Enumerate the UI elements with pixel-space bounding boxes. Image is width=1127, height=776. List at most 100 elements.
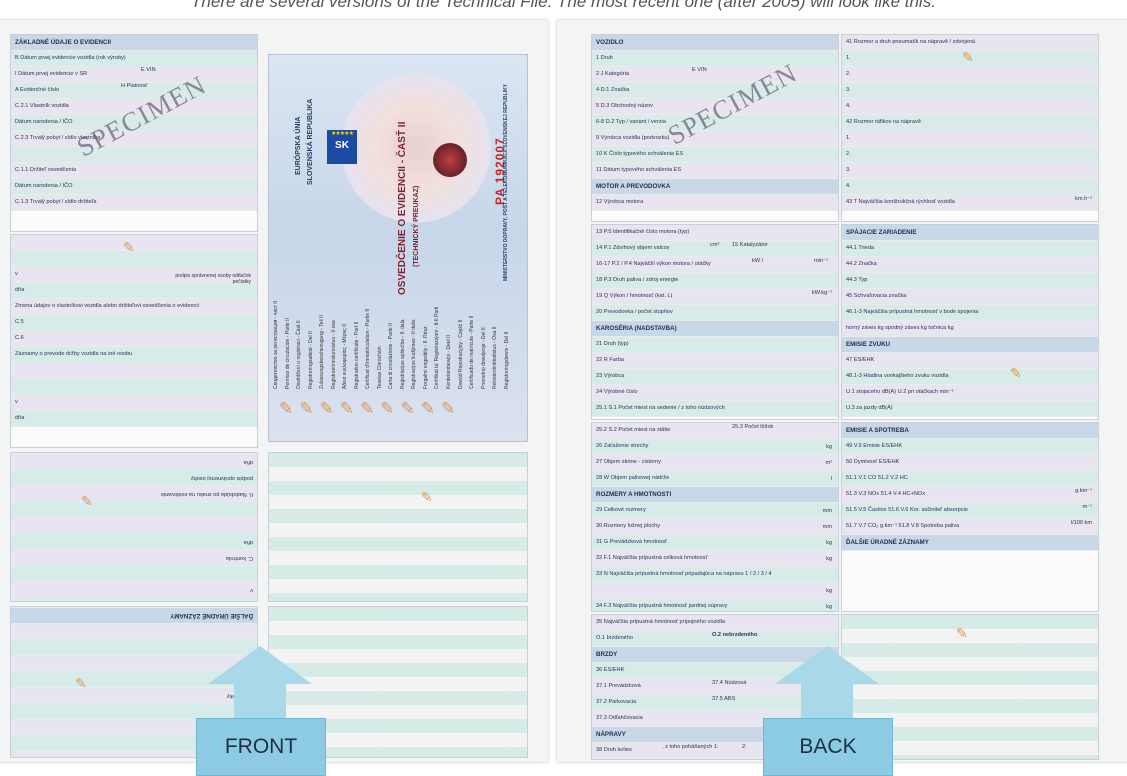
form-row: C.1.3 Trvalý pobyt / sídlo držiteľa [11,195,257,211]
form-row: 51.5 V.5 Častice 51.6 V.6 Kor. súčiniteľ… [842,503,1098,519]
form-row [11,517,257,533]
form-row: C.5 [11,315,257,331]
unit-label: kg [826,556,832,562]
form-row: dňa [11,533,257,549]
form-row: 1. [842,131,1098,147]
unit-gkm: g.km⁻¹ [1075,488,1092,494]
form-row: 3. [842,83,1098,99]
language-label: Rekisteröintitodistus - Osa II [492,326,499,389]
language-label: Dowód Rejestracyjny - Część II [457,319,464,389]
stamp-icon: ✎ [420,399,441,418]
form-row: 27 Objem skrine - cisterny [592,455,838,471]
country-name: SLOVENSKÁ REPUBLIKA [307,98,314,185]
form-row: 23 Výrobca [592,369,838,385]
form-row: 24 Výrobné číslo [592,385,838,401]
language-label: Carta di circolazione - Parte II [388,323,395,389]
form-row: SPÁJACIE ZARIADENIE [842,225,1098,241]
form-row: 2. [842,147,1098,163]
language-label: Άδεια κυκλοφορίας - Μέρος II [342,324,349,389]
basic-data-panel: ZÁKLADNÉ ÚDAJE O EVIDENCII B Dátum prvej … [10,34,258,232]
form-row: 20 Prevodovka / počet stupňov [592,305,838,321]
form-row: U.3 za jazdy dB(A) [842,401,1098,417]
unbraked-label: O.2 nebrzdeného [712,632,758,638]
stamp-icon: ✎ [279,399,300,418]
form-row: 44.3 Typ [842,273,1098,289]
emissions-panel: EMISIE A SPOTREBA 49 V.9 Emisie ES/EHK 50 … [841,422,1099,612]
form-row: dňa [11,283,257,299]
back-page: VOZIDLO 1 Druh 2 J Kategória 4 D.1 Značka 5 … [557,20,1127,776]
form-row: 45 Schvaľovacia značka [842,289,1098,305]
form-row: MOTOR A PREVODOVKA [592,179,838,195]
form-row [11,363,257,379]
form-row: ĎALŠIE ÚRADNÉ ZÁZNAMY [11,607,257,623]
signature-label: podpis oprávnenej osoby odtlačok pečiatk… [175,273,251,285]
tyres-panel: 41 Rozmer a druh pneumatík na nápravě / … [841,34,1099,222]
unit-label: kg [826,444,832,450]
form-row: 1 Druh [592,51,838,67]
form-row: 4. [842,179,1098,195]
form-row: 12 Výrobca motora [592,195,838,211]
stamp-icon: ✎ [319,399,340,418]
language-label: Registracijos liudijimas - II dalis [411,319,418,389]
caption-text: There are several versions of the Techni… [191,0,936,11]
form-row: 51.7 V.7 CO₂ g.km⁻¹ 51.8 V.8 Spotreba pa… [842,519,1098,535]
form-row: 18 P.3 Druh paliva / zdroj energie [592,273,838,289]
scribble-icon: ✎ [421,489,433,505]
form-row: C. kontrola [11,549,257,565]
form-row: 32 F.1 Najväčšia prípustná celková hmotn… [592,551,838,567]
unit-label: l [830,476,832,482]
unit-kw: kW / [752,258,764,264]
form-row: 47 ES/EHK [842,353,1098,369]
form-row: EMISIE ZVUKU [842,337,1098,353]
form-row [11,501,257,517]
language-label: Reģistrācijas apliecība - II. daļa [399,319,406,389]
abs-label: 37.5 ABS [712,696,736,702]
form-row: 2 J Kategória [592,67,838,83]
form-row: ZÁKLADNÉ ÚDAJE O EVIDENCII [11,35,257,51]
form-row: 22 R Farba [592,353,838,369]
form-row: horný záves kg spodný záves kg točnica k… [842,321,1098,337]
form-row: II. Nadobúda po znaku na evidovanie [11,485,257,501]
language-label: Osvědčení o registraci - Část II [296,320,303,389]
form-row: 42 Rozmer ráfikov na nápravě [842,115,1098,131]
form-row: 43 T Najväčšia konštrukčná rýchlosť vozi… [842,195,1098,211]
form-row: 48.1-3 Hladina vonkajšieho zvuku vozidla [842,369,1098,385]
language-label: Zulassungsbescheinigung - Teil II [319,315,326,389]
scribble-icon: ✎ [75,675,87,691]
unit-label: mm [822,508,832,514]
form-row: 11 Dátum typového schválenia ES [592,163,838,179]
stamp-icon: ✎ [360,399,381,418]
form-row: Záznamy o prevode držby vozidla na iné o… [11,347,257,363]
form-row: dňa [11,411,257,427]
form-row: 25.1 S.1 Počet miest na sedenie / z toho… [592,401,838,417]
unit-m1: m⁻¹ [1082,504,1092,510]
driven-axles-label: , z toho poháňaných 1: [662,744,719,750]
vin-side-label: E VIN [141,67,156,73]
scribble-icon: ✎ [962,49,974,65]
unit-label: m² [825,460,832,466]
language-label: Certificat d'immatriculation - Partie II [365,308,372,389]
driven-axles-2: 2: [742,744,747,750]
form-row [11,565,257,581]
unit-cm3: cm³ [710,242,720,248]
form-row [592,583,838,599]
stamp-icon: ✎ [339,399,360,418]
form-row: v [11,395,257,411]
stamp-icon: ✎ [299,399,320,418]
form-row: 28 W Objem palivovej nádrže [592,471,838,487]
form-row: Zmena údajov o vlastníkovi vozidla alebo… [11,299,257,315]
dimensions-panel: 25.2 S.2 Počet miest na státie 26 Zaťažen… [591,422,839,612]
form-row: 29 Celkové rozmery [592,503,838,519]
unit-kwkg: kW.kg⁻¹ [811,290,832,296]
form-row: 33 N Najväčšia prípustná hmotnosť pripad… [592,567,838,583]
form-row: 4. [842,99,1098,115]
form-row: ĎALŠIE ÚRADNÉ ZÁZNAMY [842,535,1098,551]
form-row: 50 Dymivosť ES/EHK [842,455,1098,471]
scribble-icon: ✎ [81,493,93,509]
form-row: podpis oprávnenej osoby [11,469,257,485]
unit-label: kg [826,540,832,546]
validity-side-label: H Platnosť [121,83,148,89]
language-list: Свидетелство за регистрация - част II Per… [273,281,519,389]
vin-label: E VIN [692,67,707,73]
form-row: dňa [11,597,257,601]
